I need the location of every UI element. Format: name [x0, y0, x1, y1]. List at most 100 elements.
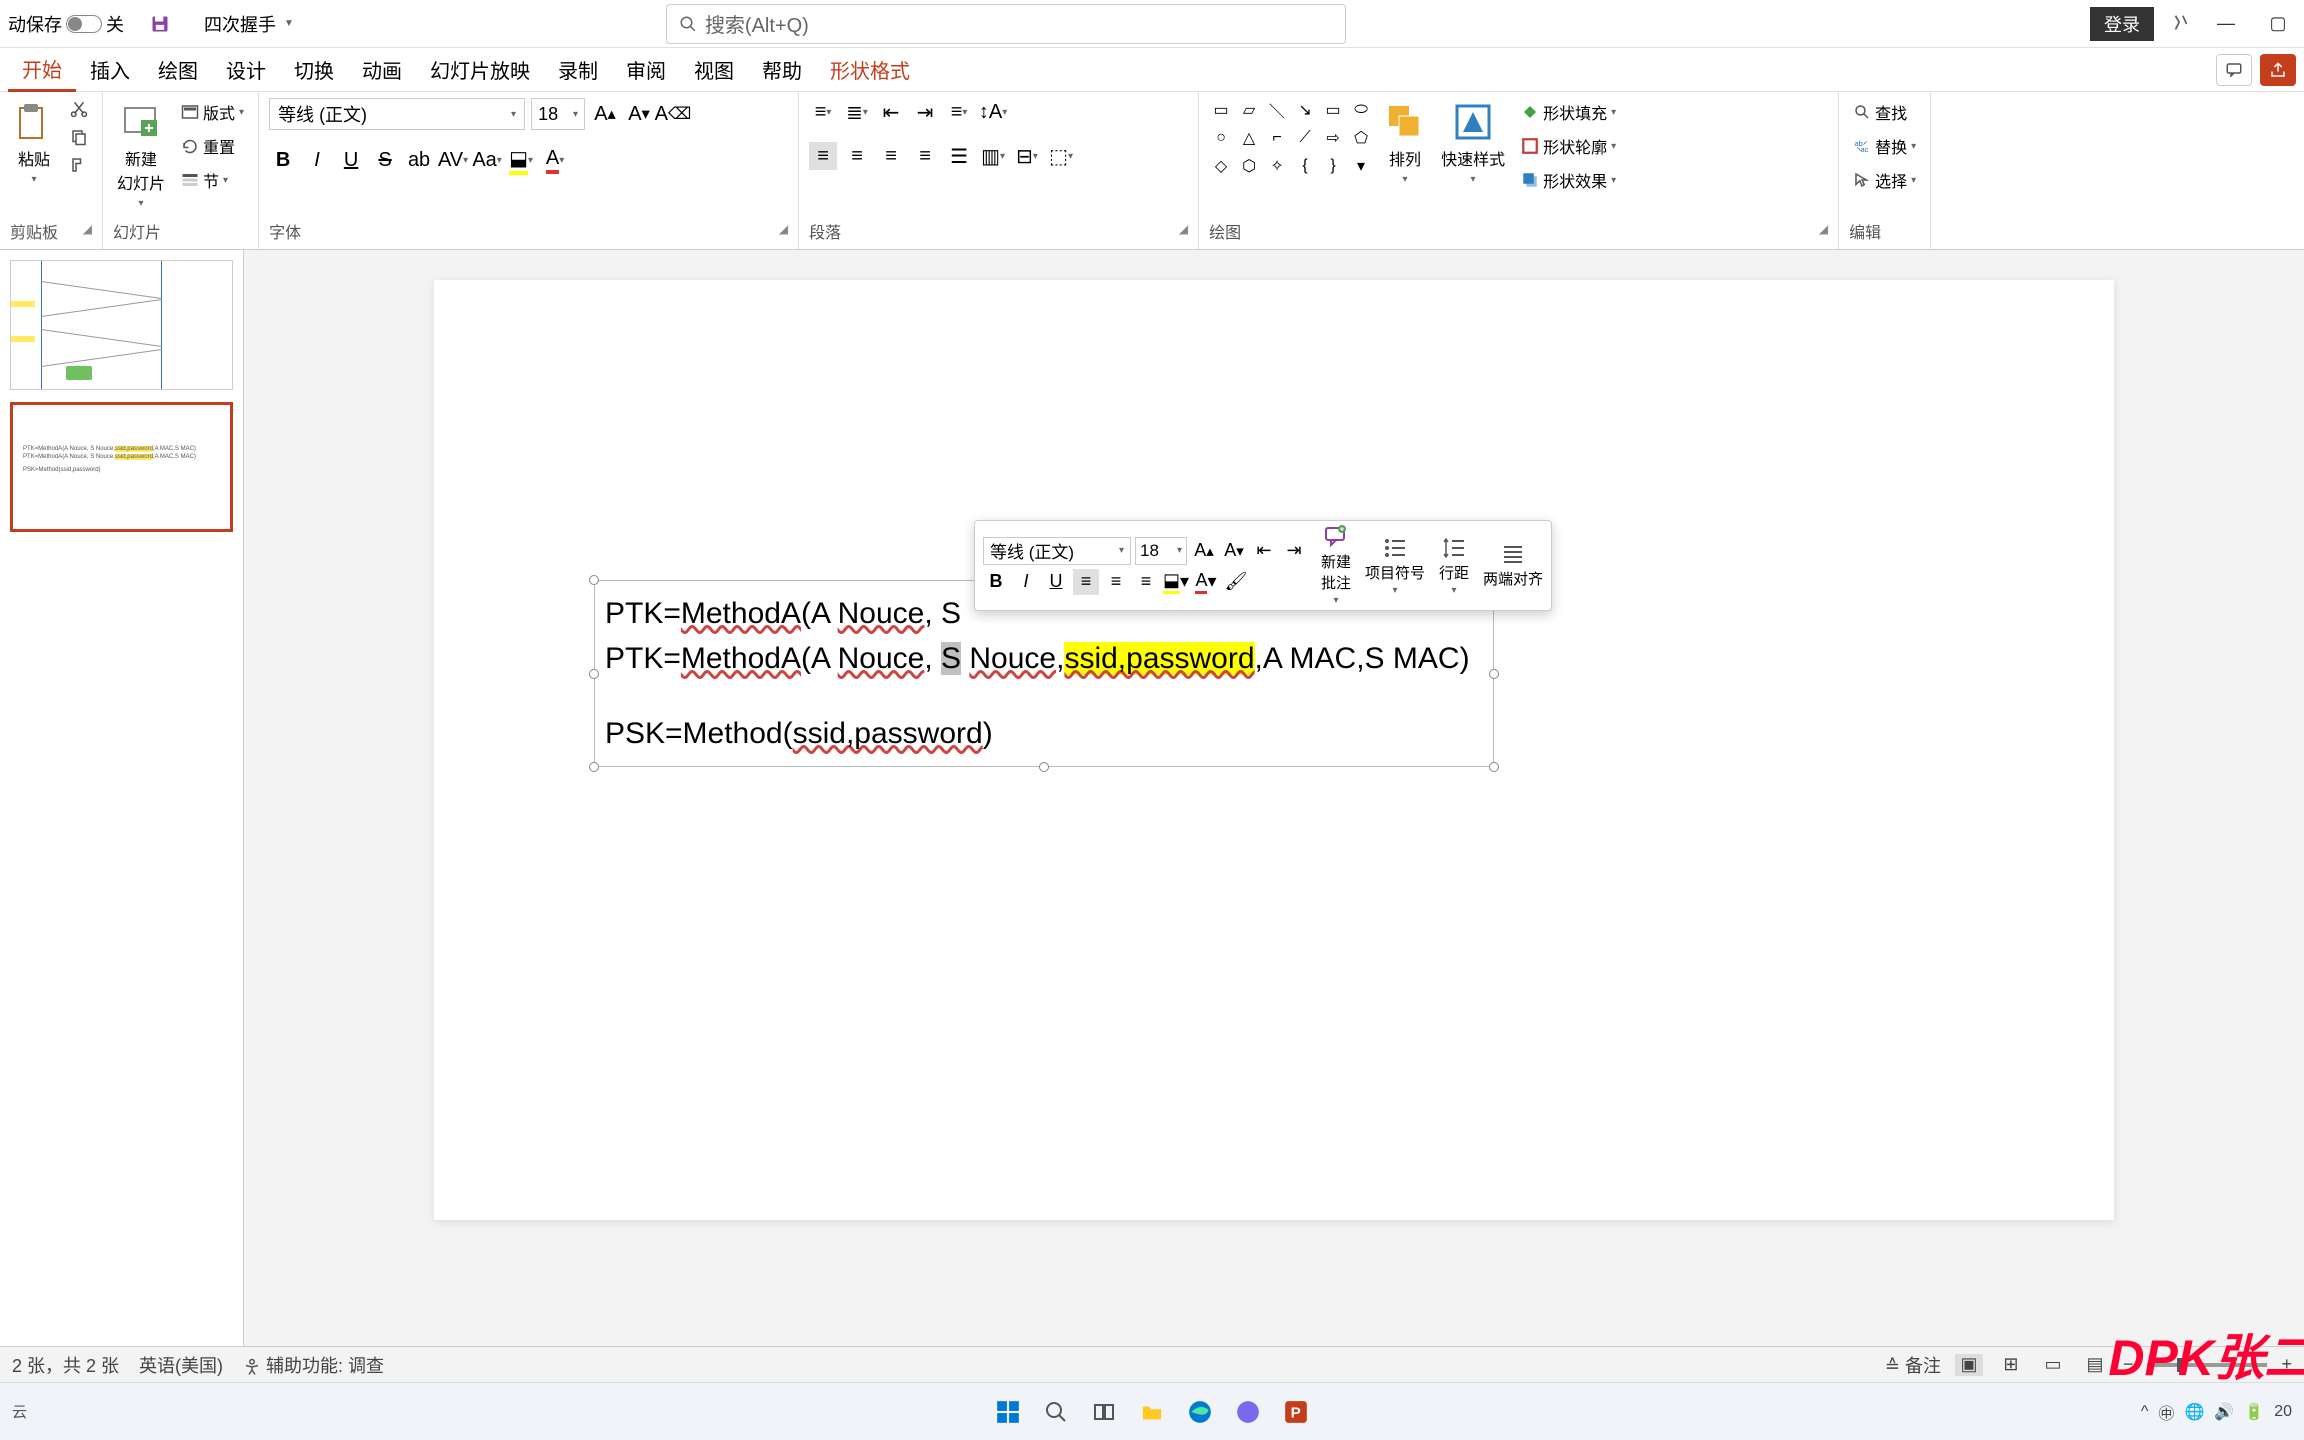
mini-align-right[interactable]: ≡	[1133, 569, 1159, 595]
tab-insert[interactable]: 插入	[76, 48, 144, 92]
font-expand-icon[interactable]: ◢	[779, 222, 788, 236]
italic-button[interactable]: I	[303, 146, 331, 174]
mini-indent-dec[interactable]: ⇤	[1251, 538, 1277, 564]
layout-button[interactable]: 版式▾	[177, 98, 248, 126]
save-icon[interactable]	[138, 14, 182, 34]
paste-button[interactable]: 粘贴 ▾	[10, 98, 58, 189]
highlight-button[interactable]: ⬓▾	[507, 146, 535, 174]
tab-home[interactable]: 开始	[8, 48, 76, 92]
thumbnail-1[interactable]	[10, 260, 233, 390]
accessibility-indicator[interactable]: 辅助功能: 调查	[243, 1352, 384, 1378]
mini-highlight[interactable]: ⬓▾	[1163, 569, 1189, 595]
para-expand-icon[interactable]: ◢	[1179, 222, 1188, 236]
mini-font-color[interactable]: A▾	[1193, 569, 1219, 595]
shape-gallery[interactable]: ▭▱＼↘▭⬭ ○△⌐⟋⇨⬠ ◇⬡✧{}▾	[1209, 98, 1373, 178]
tray-lang-icon[interactable]: ㊥	[2158, 1400, 2174, 1424]
login-button[interactable]: 登录	[2090, 7, 2154, 41]
toggle-switch[interactable]	[66, 15, 102, 33]
notes-button[interactable]: ≙ 备注	[1885, 1352, 1941, 1378]
mini-align-center[interactable]: ≡	[1103, 569, 1129, 595]
tab-transitions[interactable]: 切换	[280, 48, 348, 92]
tab-design[interactable]: 设计	[212, 48, 280, 92]
format-painter-button[interactable]	[66, 154, 92, 176]
new-slide-button[interactable]: 新建 幻灯片 ▾	[113, 98, 169, 213]
copy-button[interactable]	[66, 126, 92, 148]
mini-align-left[interactable]: ≡	[1073, 569, 1099, 595]
change-case-button[interactable]: Aa▾	[473, 146, 501, 174]
tray-battery-icon[interactable]: 🔋	[2244, 1402, 2264, 1422]
cut-button[interactable]	[66, 98, 92, 120]
underline-button[interactable]: U	[337, 146, 365, 174]
select-button[interactable]: 选择▾	[1849, 166, 1920, 194]
line-spacing-button[interactable]: ≡▾	[945, 98, 973, 126]
weather-widget[interactable]: 云	[12, 1401, 27, 1422]
tab-record[interactable]: 录制	[544, 48, 612, 92]
resize-handle[interactable]	[1039, 762, 1049, 772]
resize-handle[interactable]	[1489, 669, 1499, 679]
tray-chevron-icon[interactable]: ^	[2141, 1403, 2149, 1421]
reading-view-button[interactable]: ▭	[2039, 1354, 2067, 1376]
normal-view-button[interactable]: ▣	[1955, 1354, 1983, 1376]
mini-bullets[interactable]: 项目符号▾	[1365, 536, 1425, 596]
tray-volume-icon[interactable]: 🔊	[2214, 1402, 2234, 1422]
thumbnail-2[interactable]: PTK=MethodA(A Nouce, S Nouce,ssid,passwo…	[10, 402, 233, 532]
reset-button[interactable]: 重置	[177, 132, 248, 160]
replace-button[interactable]: abac替换▾	[1849, 132, 1920, 160]
numbering-button[interactable]: ≣▾	[843, 98, 871, 126]
text-line-3[interactable]: PSK=Method(ssid,password)	[605, 711, 1483, 756]
tab-slideshow[interactable]: 幻灯片放映	[416, 48, 544, 92]
text-line-2[interactable]: PTK=MethodA(A Nouce, S Nouce,ssid,passwo…	[605, 636, 1483, 681]
mini-bold[interactable]: B	[983, 569, 1009, 595]
maximize-button[interactable]: ▢	[2260, 12, 2296, 36]
justify-button[interactable]: ≡	[911, 142, 939, 170]
font-size-select[interactable]: 18▾	[531, 98, 585, 130]
start-button[interactable]	[989, 1393, 1027, 1431]
char-spacing-button[interactable]: AV▾	[439, 146, 467, 174]
taskbar-taskview[interactable]	[1085, 1393, 1123, 1431]
mini-justify[interactable]: 两端对齐	[1483, 542, 1543, 589]
taskbar-explorer[interactable]	[1133, 1393, 1171, 1431]
quick-style-button[interactable]: 快速样式▾	[1437, 98, 1509, 189]
resize-handle[interactable]	[589, 669, 599, 679]
mini-new-comment[interactable]: 新建 批注▾	[1321, 525, 1351, 606]
clipboard-expand-icon[interactable]: ◢	[83, 222, 92, 236]
mini-line-spacing[interactable]: 行距▾	[1439, 536, 1469, 596]
align-left-button[interactable]: ≡	[809, 142, 837, 170]
mini-grow-font[interactable]: A▴	[1191, 538, 1217, 564]
shrink-font-button[interactable]: A▾	[625, 100, 653, 128]
columns-button[interactable]: ▥▾	[979, 142, 1007, 170]
mini-format-painter[interactable]: 🖌	[1223, 569, 1249, 595]
arrange-button[interactable]: 排列▾	[1381, 98, 1429, 189]
language-indicator[interactable]: 英语(美国)	[139, 1352, 223, 1378]
taskbar-powerpoint[interactable]: P	[1277, 1393, 1315, 1431]
chevron-down-icon[interactable]: ▼	[284, 18, 294, 29]
strike-button[interactable]: S	[371, 146, 399, 174]
slide-counter[interactable]: 2 张，共 2 张	[12, 1352, 119, 1378]
font-name-select[interactable]: 等线 (正文)▾	[269, 98, 525, 130]
drawing-expand-icon[interactable]: ◢	[1819, 222, 1828, 236]
tab-animations[interactable]: 动画	[348, 48, 416, 92]
tab-help[interactable]: 帮助	[748, 48, 816, 92]
tray-time[interactable]: 20	[2274, 1403, 2292, 1421]
shape-fill-button[interactable]: 形状填充▾	[1517, 98, 1620, 126]
shape-effects-button[interactable]: 形状效果▾	[1517, 166, 1620, 194]
section-button[interactable]: 节▾	[177, 166, 248, 194]
distribute-button[interactable]: ☰	[945, 142, 973, 170]
mini-shrink-font[interactable]: A▾	[1221, 538, 1247, 564]
align-center-button[interactable]: ≡	[843, 142, 871, 170]
grow-font-button[interactable]: A▴	[591, 100, 619, 128]
mic-icon[interactable]	[2170, 13, 2192, 35]
bold-button[interactable]: B	[269, 146, 297, 174]
sorter-view-button[interactable]: ⊞	[1997, 1354, 2025, 1376]
tab-shape-format[interactable]: 形状格式	[816, 48, 924, 92]
resize-handle[interactable]	[589, 762, 599, 772]
indent-inc-button[interactable]: ⇥	[911, 98, 939, 126]
align-right-button[interactable]: ≡	[877, 142, 905, 170]
indent-dec-button[interactable]: ⇤	[877, 98, 905, 126]
mini-underline[interactable]: U	[1043, 569, 1069, 595]
autosave-toggle[interactable]: 动保存 关	[8, 11, 124, 37]
slide-canvas[interactable]: PTK=MethodA(A Nouce, S PTK=MethodA(A Nou…	[244, 250, 2304, 1346]
tab-draw[interactable]: 绘图	[144, 48, 212, 92]
mini-italic[interactable]: I	[1013, 569, 1039, 595]
mini-size-select[interactable]: 18▾	[1135, 537, 1187, 565]
